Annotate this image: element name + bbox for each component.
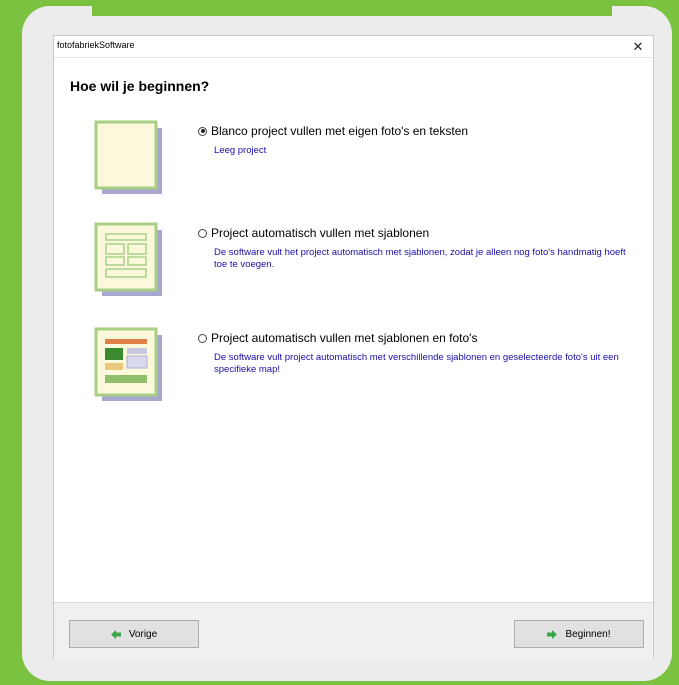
radio-blank-project[interactable]: Blanco project vullen met eigen foto's e…: [198, 124, 468, 138]
option-description: Leeg project: [214, 145, 267, 156]
start-button[interactable]: Beginnen!: [514, 620, 644, 648]
button-bar: Vorige Beginnen!: [54, 602, 653, 660]
template-photos-page-icon: [94, 327, 162, 401]
title-bar: fotofabriekSoftware ✕: [54, 36, 653, 58]
frame-notch: [92, 6, 612, 16]
radio-templates[interactable]: Project automatisch vullen met sjablonen: [198, 226, 429, 240]
radio-button[interactable]: [198, 228, 207, 238]
blank-page-icon: [94, 120, 162, 194]
option-description: De software vult het project automatisch…: [214, 247, 626, 270]
radio-button-selected[interactable]: [198, 126, 207, 136]
arrow-right-icon: [547, 629, 558, 639]
option-label: Blanco project vullen met eigen foto's e…: [211, 124, 469, 138]
dialog-window: fotofabriekSoftware ✕ Hoe wil je beginne…: [53, 35, 654, 660]
page-title: Hoe wil je beginnen?: [70, 78, 210, 94]
radio-button[interactable]: [198, 333, 207, 343]
radio-templates-photos[interactable]: Project automatisch vullen met sjablonen…: [198, 331, 477, 345]
start-button-label: Beginnen!: [565, 628, 611, 640]
close-icon[interactable]: ✕: [623, 36, 653, 57]
option-label: Project automatisch vullen met sjablonen…: [211, 331, 478, 345]
template-page-icon: [94, 222, 162, 296]
option-description: De software vult project automatisch met…: [214, 352, 619, 375]
option-label: Project automatisch vullen met sjablonen: [211, 226, 430, 240]
window-title: fotofabriekSoftware: [57, 40, 135, 50]
back-button-label: Vorige: [128, 628, 158, 640]
back-button[interactable]: Vorige: [69, 620, 199, 648]
arrow-left-icon: [110, 629, 121, 639]
